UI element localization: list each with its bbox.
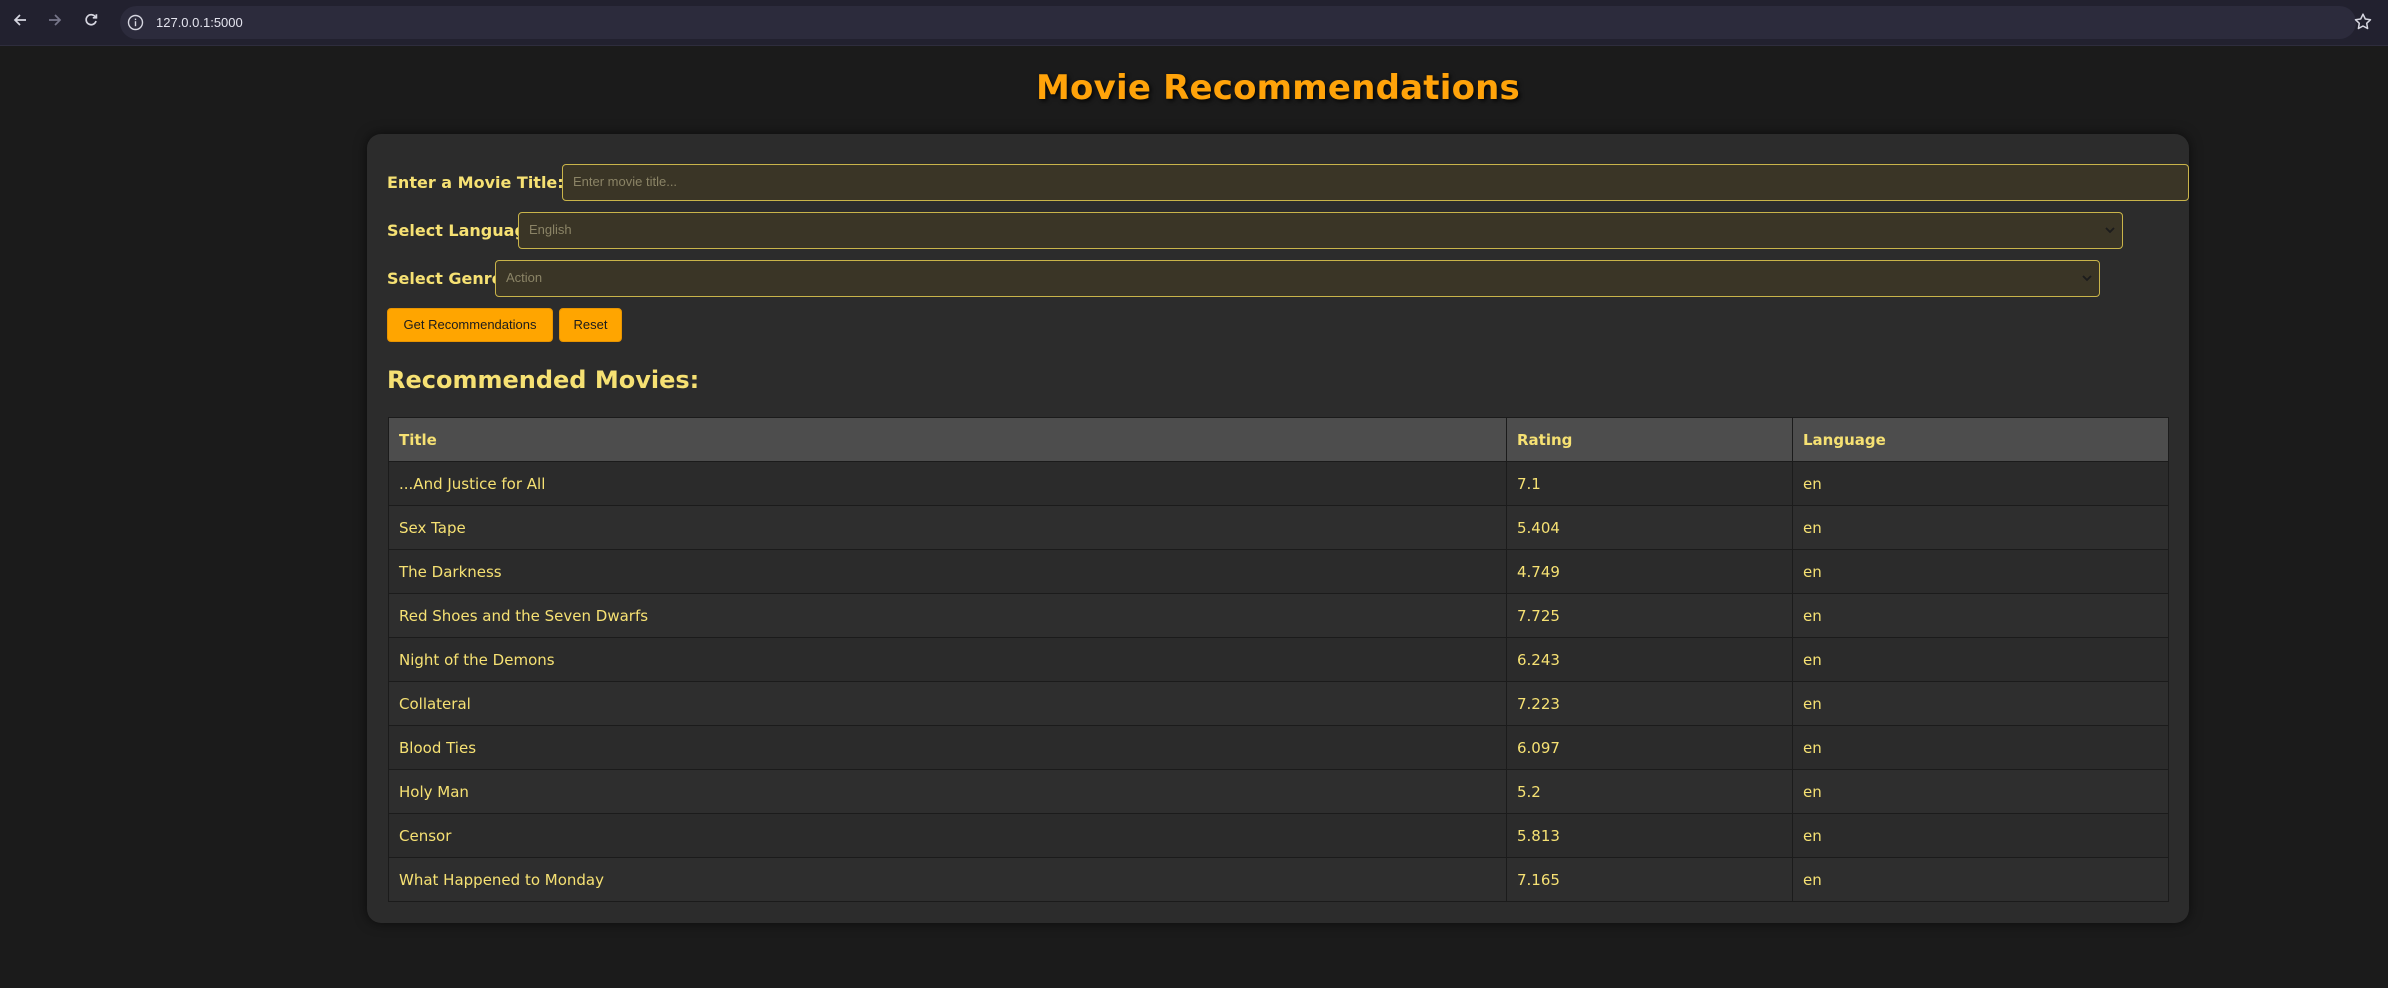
forward-button[interactable] [44,10,66,32]
movie-language-cell: en [1792,637,2169,682]
address-bar[interactable]: 127.0.0.1:5000 [120,6,2356,39]
movie-rating-cell: 5.813 [1506,813,1793,858]
movie-rating-cell: 7.165 [1506,857,1793,902]
table-row: What Happened to Monday 7.165 en [388,857,2169,902]
movie-title-cell: Holy Man [388,769,1507,814]
movie-rating-cell: 6.097 [1506,725,1793,770]
language-row: Select Language: English [387,212,2169,249]
table-row: Night of the Demons 6.243 en [388,637,2169,682]
movie-rating-cell: 6.243 [1506,637,1793,682]
table-row: Collateral 7.223 en [388,681,2169,726]
movie-rating-cell: 7.725 [1506,593,1793,638]
table-header-row: Title Rating Language [388,417,2169,462]
movie-title-placeholder: Enter movie title... [573,174,678,189]
movie-language-cell: en [1792,593,2169,638]
back-button[interactable] [9,10,31,32]
chevron-down-icon [2082,275,2092,282]
get-recommendations-button[interactable]: Get Recommendations [387,308,553,342]
arrow-left-icon [13,14,26,26]
language-selected-value: English [529,222,572,237]
movie-title-cell: Red Shoes and the Seven Dwarfs [388,593,1507,638]
movie-rating-cell: 7.223 [1506,681,1793,726]
arrow-right-icon [49,14,62,26]
movie-language-cell: en [1792,725,2169,770]
movie-title-cell: The Darkness [388,549,1507,594]
movie-title-cell: ...And Justice for All [388,461,1507,506]
chevron-down-icon [2105,227,2115,234]
table-row: Sex Tape 5.404 en [388,505,2169,550]
genre-label: Select Genre: [387,269,509,288]
movie-rating-cell: 7.1 [1506,461,1793,506]
reload-button[interactable] [80,10,102,32]
movie-title-cell: Sex Tape [388,505,1507,550]
browser-toolbar: 127.0.0.1:5000 [0,0,2388,46]
movie-rating-cell: 5.404 [1506,505,1793,550]
column-header-title: Title [388,417,1507,462]
genre-select[interactable]: Action [495,260,2100,297]
results-heading: Recommended Movies: [387,366,700,394]
movie-title-cell: What Happened to Monday [388,857,1507,902]
page-title: Movie Recommendations [1036,68,1520,108]
movie-title-cell: Censor [388,813,1507,858]
movie-title-cell: Night of the Demons [388,637,1507,682]
language-select[interactable]: English [518,212,2123,249]
movie-rating-cell: 5.2 [1506,769,1793,814]
movie-language-cell: en [1792,857,2169,902]
reset-button[interactable]: Reset [559,308,622,342]
table-row: Censor 5.813 en [388,813,2169,858]
genre-selected-value: Action [506,270,543,285]
genre-row: Select Genre: Action [387,260,2169,297]
reload-icon [85,13,98,26]
table-row: Red Shoes and the Seven Dwarfs 7.725 en [388,593,2169,638]
movie-language-cell: en [1792,681,2169,726]
results-table: Title Rating Language ...And Justice for… [388,417,2169,902]
movie-language-cell: en [1792,769,2169,814]
column-header-rating: Rating [1506,417,1793,462]
table-row: Blood Ties 6.097 en [388,725,2169,770]
star-icon[interactable] [2352,11,2374,33]
recommendation-card: Enter a Movie Title: Enter movie title..… [367,134,2189,923]
info-icon[interactable] [127,14,144,31]
table-row: The Darkness 4.749 en [388,549,2169,594]
movie-language-cell: en [1792,813,2169,858]
movie-title-cell: Blood Ties [388,725,1507,770]
column-header-language: Language [1792,417,2169,462]
movie-title-label: Enter a Movie Title: [387,173,564,192]
table-row: ...And Justice for All 7.1 en [388,461,2169,506]
movie-language-cell: en [1792,549,2169,594]
movie-title-cell: Collateral [388,681,1507,726]
movie-rating-cell: 4.749 [1506,549,1793,594]
url-text[interactable]: 127.0.0.1:5000 [156,6,243,39]
movie-title-input[interactable]: Enter movie title... [562,164,2189,201]
movie-language-cell: en [1792,505,2169,550]
movie-language-cell: en [1792,461,2169,506]
movie-title-row: Enter a Movie Title: Enter movie title..… [387,164,2189,201]
table-row: Holy Man 5.2 en [388,769,2169,814]
